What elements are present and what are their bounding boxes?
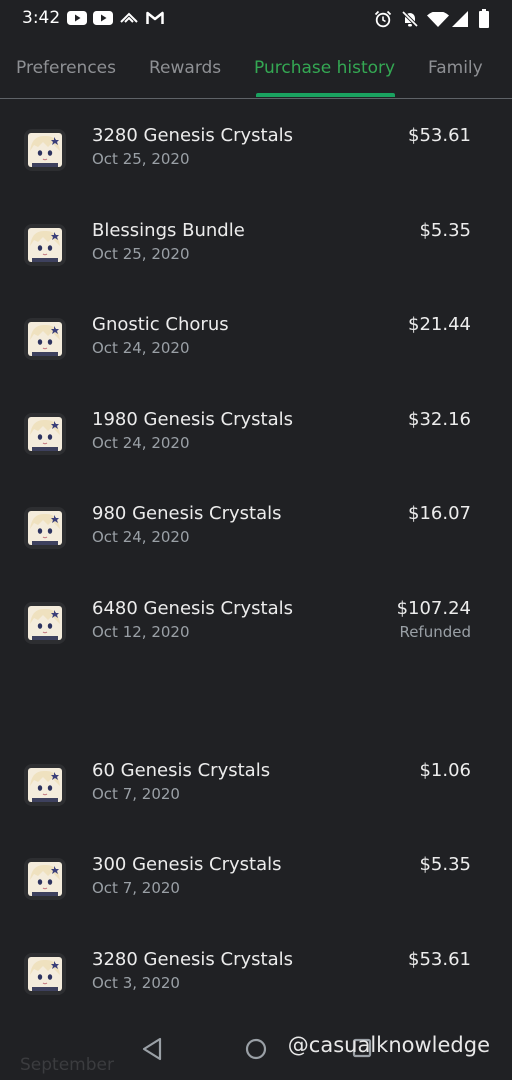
app-icon xyxy=(24,858,66,901)
app-icon xyxy=(24,763,66,806)
item-title: Blessings Bundle xyxy=(92,219,245,241)
youtube-icon xyxy=(67,11,87,25)
app-icon xyxy=(24,223,66,266)
wifi-icon xyxy=(427,12,449,27)
item-price: $16.07 xyxy=(408,503,471,525)
youtube-icon xyxy=(93,11,113,25)
tab-bar: Preferences Rewards Purchase history Fam… xyxy=(0,40,512,99)
item-date: Oct 7, 2020 xyxy=(92,879,180,898)
data-saver-icon xyxy=(120,12,138,23)
item-title: 60 Genesis Crystals xyxy=(92,759,271,781)
purchase-row[interactable]: 3280 Genesis Crystals Oct 3, 2020 $53.61 xyxy=(0,923,512,1018)
item-price: $32.16 xyxy=(408,408,471,430)
status-bar: 3:42 xyxy=(0,0,512,40)
battery-icon xyxy=(479,9,489,28)
purchase-row[interactable]: Blessings Bundle Oct 25, 2020 $5.35 xyxy=(0,194,512,289)
back-icon[interactable] xyxy=(141,1037,163,1061)
item-title: 980 Genesis Crystals xyxy=(92,503,282,525)
item-date: Oct 25, 2020 xyxy=(92,244,190,263)
item-status: Refunded xyxy=(399,623,471,641)
tab-purchase-history[interactable]: Purchase history xyxy=(254,58,395,78)
item-title: 6480 Genesis Crystals xyxy=(92,598,293,619)
app-icon xyxy=(24,602,66,644)
item-price: $53.61 xyxy=(408,948,471,970)
app-icon xyxy=(24,952,66,995)
status-time: 3:42 xyxy=(22,8,61,28)
gmail-icon xyxy=(146,11,164,24)
app-icon xyxy=(24,129,66,171)
section-label: September xyxy=(20,1055,114,1075)
purchase-row[interactable]: Gnostic Chorus Oct 24, 2020 $21.44 xyxy=(0,288,512,383)
app-icon xyxy=(24,507,66,550)
alarm-icon xyxy=(374,10,392,28)
item-title: 3280 Genesis Crystals xyxy=(92,125,293,146)
purchase-row[interactable]: 1980 Genesis Crystals Oct 24, 2020 $32.16 xyxy=(0,383,512,478)
item-title: Gnostic Chorus xyxy=(92,314,229,336)
purchase-row[interactable]: 6480 Genesis Crystals Oct 12, 2020 $107.24… xyxy=(0,572,512,667)
item-date: Oct 24, 2020 xyxy=(92,339,190,358)
item-title: 3280 Genesis Crystals xyxy=(92,948,293,970)
purchase-row[interactable]: 3280 Genesis Crystals Oct 25, 2020 $53.61 xyxy=(0,99,512,194)
item-date: Oct 25, 2020 xyxy=(92,150,190,168)
active-tab-indicator xyxy=(256,93,395,97)
tab-rewards[interactable]: Rewards xyxy=(149,58,221,78)
notifications-off-icon xyxy=(401,10,419,28)
item-price: $5.35 xyxy=(419,219,471,241)
item-price: $1.06 xyxy=(419,759,471,781)
item-date: Oct 24, 2020 xyxy=(92,433,190,452)
item-date: Oct 7, 2020 xyxy=(92,784,180,803)
watermark: @casualknowledge xyxy=(287,1033,490,1057)
item-price: $107.24 xyxy=(396,598,471,619)
tab-preferences[interactable]: Preferences xyxy=(16,58,116,78)
app-icon xyxy=(24,318,66,361)
item-date: Oct 12, 2020 xyxy=(92,623,190,641)
item-title: 300 Genesis Crystals xyxy=(92,854,282,876)
cell-signal-icon xyxy=(452,11,468,27)
item-title: 1980 Genesis Crystals xyxy=(92,408,293,430)
item-date: Oct 3, 2020 xyxy=(92,973,180,992)
tab-family[interactable]: Family xyxy=(428,58,483,78)
item-price: $5.35 xyxy=(419,854,471,876)
item-date: Oct 24, 2020 xyxy=(92,528,190,547)
item-price: $21.44 xyxy=(408,314,471,336)
purchase-row[interactable]: 980 Genesis Crystals Oct 24, 2020 $16.07 xyxy=(0,477,512,572)
purchase-row[interactable]: 300 Genesis Crystals Oct 7, 2020 $5.35 xyxy=(0,828,512,923)
purchase-row[interactable]: 60 Genesis Crystals Oct 7, 2020 $1.06 xyxy=(0,734,512,829)
home-icon[interactable] xyxy=(244,1037,268,1061)
item-price: $53.61 xyxy=(408,125,471,146)
app-icon xyxy=(24,412,66,455)
